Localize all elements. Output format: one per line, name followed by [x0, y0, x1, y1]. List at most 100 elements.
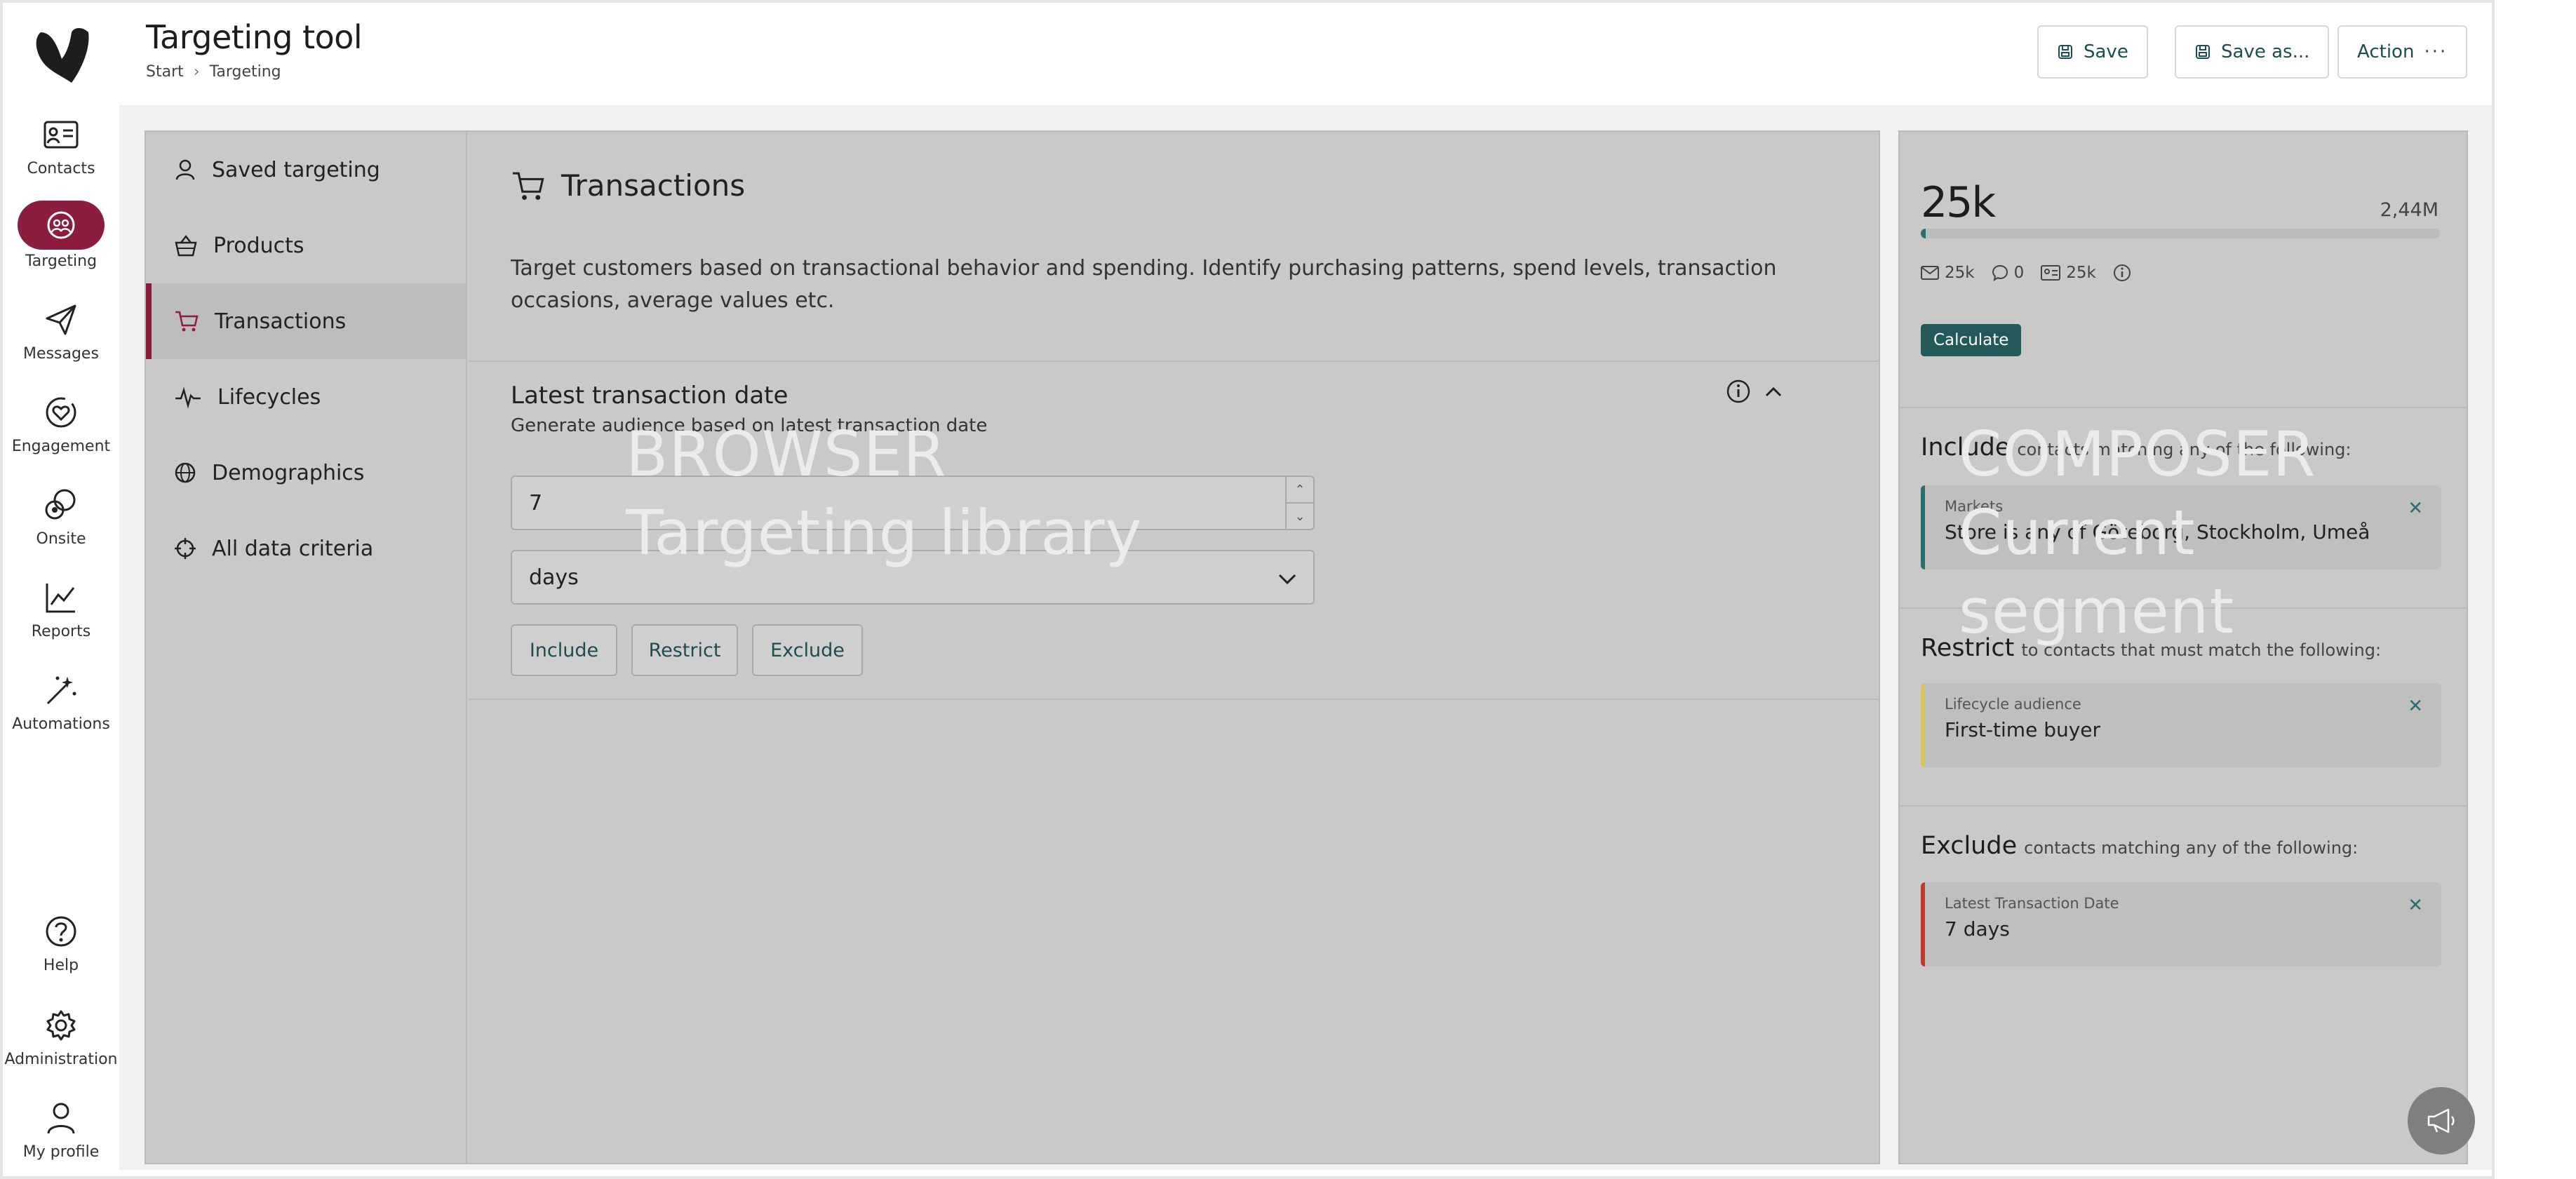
criteria-key: Latest Transaction Date	[1945, 895, 2119, 912]
other-count: 25k	[2066, 264, 2096, 282]
brand-logo[interactable]	[31, 24, 94, 87]
crosshair-icon	[175, 538, 196, 559]
left-rail: Contacts Targeting Messages Engagement O…	[3, 3, 119, 1176]
restrict-criteria-card[interactable]: Lifecycle audience First-time buyer ✕	[1921, 683, 2441, 767]
menu-item-transactions[interactable]: Transactions	[146, 283, 466, 359]
save-as-button[interactable]: Save as...	[2175, 25, 2330, 79]
cart-icon	[513, 172, 544, 200]
other-stat: 25k	[2041, 264, 2096, 282]
channel-stats: 25k 0 25k	[1921, 264, 2131, 282]
mail-icon	[1921, 266, 1939, 280]
email-stat: 25k	[1921, 264, 1975, 282]
exclude-subtitle: contacts matching any of the following:	[2024, 838, 2359, 858]
id-card-icon	[2041, 265, 2061, 281]
nav-label: Targeting	[25, 252, 98, 270]
menu-label: Saved targeting	[212, 157, 380, 182]
chevron-right-icon: ›	[193, 63, 200, 81]
restrict-subtitle: to contacts that must match the followin…	[2021, 640, 2382, 660]
include-subtitle: contacts matching any of the following:	[2017, 440, 2352, 459]
nav-help[interactable]: Help	[3, 912, 119, 974]
criteria-title: Latest transaction date	[511, 382, 789, 410]
restrict-button[interactable]: Restrict	[631, 624, 738, 676]
nav-targeting[interactable]: Targeting	[3, 201, 119, 270]
info-icon[interactable]	[2113, 264, 2131, 282]
calculate-button[interactable]: Calculate	[1921, 324, 2022, 356]
nav-label: Contacts	[27, 160, 95, 177]
segment-composer: 25k 2,44M 25k 0 25k Calculate Include con…	[1898, 130, 2468, 1164]
menu-item-lifecycles[interactable]: Lifecycles	[146, 359, 466, 435]
include-title: Include	[1921, 433, 2011, 462]
menu-label: Transactions	[215, 309, 347, 334]
total-count: 2,44M	[2380, 199, 2439, 221]
content-header: Transactions	[511, 168, 745, 203]
breadcrumb-start[interactable]: Start	[146, 63, 184, 81]
breadcrumb: Start › Targeting	[146, 63, 281, 81]
progress-fill	[1921, 229, 1926, 238]
menu-item-products[interactable]: Products	[146, 208, 466, 283]
nav-messages[interactable]: Messages	[3, 300, 119, 363]
nav-administration[interactable]: Administration	[3, 1006, 119, 1068]
basket-icon	[175, 234, 197, 257]
restrict-group-title: Restrict to contacts that must match the …	[1921, 634, 2381, 662]
exclude-button[interactable]: Exclude	[752, 624, 863, 676]
menu-item-demographics[interactable]: Demographics	[146, 435, 466, 511]
criteria-controls	[1726, 379, 1785, 404]
criteria-value: 7 days	[1945, 917, 2010, 941]
targeting-icon	[18, 201, 105, 250]
unit-select[interactable]: days	[511, 550, 1315, 605]
menu-item-all-data-criteria[interactable]: All data criteria	[146, 511, 466, 586]
cart-icon	[175, 311, 199, 332]
top-header: Targeting tool Start › Targeting Save Save…	[119, 3, 2492, 105]
action-button[interactable]: Action ···	[2337, 25, 2468, 79]
days-number-input[interactable]: 7 ⌃ ⌄	[511, 476, 1315, 530]
menu-label: Demographics	[212, 460, 365, 485]
feedback-button[interactable]	[2408, 1087, 2475, 1154]
onsite-icon	[41, 485, 81, 525]
info-icon[interactable]	[1726, 379, 1751, 404]
number-stepper[interactable]: ⌃ ⌄	[1285, 477, 1313, 529]
stepper-up-icon[interactable]: ⌃	[1287, 477, 1313, 502]
save-as-icon	[2196, 45, 2210, 59]
include-button[interactable]: Include	[511, 624, 617, 676]
remove-icon[interactable]: ✕	[2408, 895, 2423, 916]
content-title: Transactions	[561, 168, 746, 203]
criteria-value: First-time buyer	[1945, 718, 2101, 741]
globe-icon	[175, 462, 196, 483]
menu-label: Lifecycles	[217, 384, 321, 410]
nav-contacts[interactable]: Contacts	[3, 115, 119, 177]
remove-icon[interactable]: ✕	[2408, 696, 2423, 717]
nav-my-profile[interactable]: My profile	[3, 1098, 119, 1161]
menu-label: Products	[213, 233, 304, 258]
send-icon	[41, 300, 81, 339]
divider	[1900, 607, 2467, 609]
criteria-subtitle: Generate audience based on latest transa…	[511, 415, 988, 436]
divider	[1900, 407, 2467, 408]
nav-label: Reports	[31, 623, 91, 640]
megaphone-icon	[2427, 1108, 2455, 1133]
content-description: Target customers based on transactional …	[511, 256, 1777, 313]
exclude-criteria-card[interactable]: Latest Transaction Date 7 days ✕	[1921, 882, 2441, 966]
help-icon	[41, 912, 81, 951]
chevron-up-icon[interactable]	[1762, 380, 1785, 403]
breadcrumb-targeting[interactable]: Targeting	[210, 63, 281, 81]
remove-icon[interactable]: ✕	[2408, 498, 2423, 519]
nav-reports[interactable]: Reports	[3, 578, 119, 640]
nav-label: Administration	[4, 1051, 118, 1068]
nav-label: Engagement	[11, 438, 111, 455]
nav-automations[interactable]: Automations	[3, 671, 119, 733]
contact-card-icon	[41, 115, 81, 154]
nav-engagement[interactable]: Engagement	[3, 393, 119, 455]
segment-progress-bar	[1921, 229, 2440, 238]
divider	[469, 361, 1879, 362]
nav-onsite[interactable]: Onsite	[3, 485, 119, 548]
nav-label: Help	[43, 957, 79, 974]
include-criteria-card[interactable]: Markets Store is any of Göteborg, Stockh…	[1921, 485, 2441, 570]
save-button[interactable]: Save	[2037, 25, 2148, 79]
browser-content: Transactions Target customers based on t…	[469, 132, 1879, 1163]
exclude-title: Exclude	[1921, 832, 2018, 860]
stepper-down-icon[interactable]: ⌄	[1287, 502, 1313, 529]
save-as-label: Save as...	[2221, 41, 2310, 62]
menu-item-saved-targeting[interactable]: Saved targeting	[146, 132, 466, 208]
restrict-title: Restrict	[1921, 634, 2015, 662]
sms-count: 0	[2013, 264, 2025, 282]
